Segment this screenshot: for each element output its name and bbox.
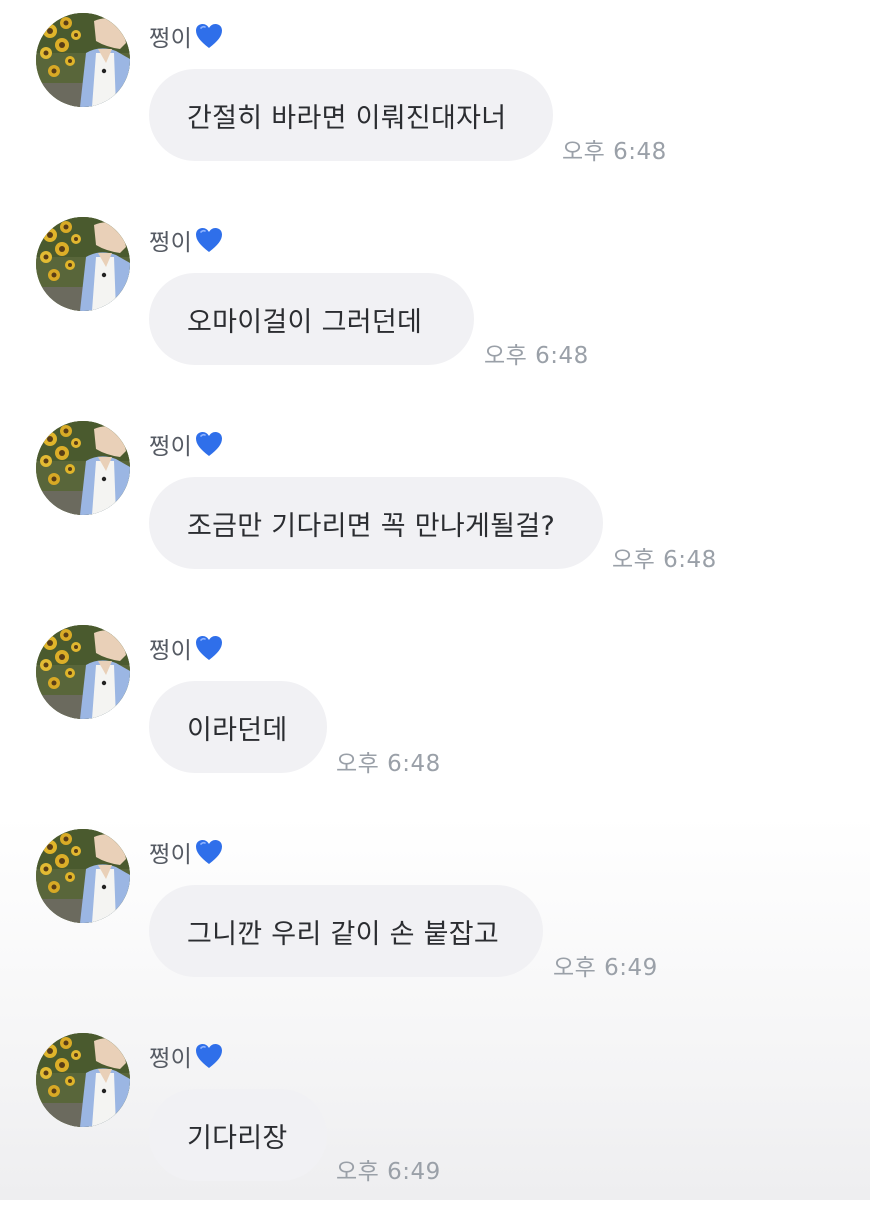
sender: 쩡이: [149, 1038, 224, 1074]
avatar[interactable]: [36, 421, 130, 515]
message-bubble[interactable]: 오마이걸이 그러던데: [149, 273, 474, 365]
sender-name: 쩡이: [149, 26, 193, 52]
sender: 쩡이: [149, 834, 224, 870]
message-bubble[interactable]: 간절히 바라면 이뤄진대자너: [149, 69, 553, 161]
message-text: 기다리장: [187, 1122, 288, 1154]
message-bubble[interactable]: 그니깐 우리 같이 손 붙잡고: [149, 885, 543, 977]
sender: 쩡이: [149, 222, 224, 258]
message-row: 쩡이 오마이걸이 그러던데 오후 6:48: [0, 204, 870, 404]
message-text: 그니깐 우리 같이 손 붙잡고: [187, 918, 500, 950]
message-text: 조금만 기다리면 꼭 만나게될걸?: [187, 510, 556, 542]
sender-name: 쩡이: [149, 230, 193, 256]
sender-name: 쩡이: [149, 434, 193, 460]
message-row: 쩡이 이라던데 오후 6:48: [0, 612, 870, 812]
avatar[interactable]: [36, 1033, 130, 1127]
avatar[interactable]: [36, 217, 130, 311]
sender: 쩡이: [149, 630, 224, 666]
sender-name: 쩡이: [149, 638, 193, 664]
message-timestamp: 오후 6:48: [484, 343, 589, 369]
sender-name: 쩡이: [149, 842, 193, 868]
message-bubble[interactable]: 이라던데: [149, 681, 327, 773]
sender-name: 쩡이: [149, 1046, 193, 1072]
sender: 쩡이: [149, 18, 224, 54]
message-text: 이라던데: [187, 714, 288, 746]
message-bubble[interactable]: 기다리장: [149, 1089, 327, 1181]
message-timestamp: 오후 6:48: [336, 751, 441, 777]
avatar[interactable]: [36, 625, 130, 719]
avatar[interactable]: [36, 13, 130, 107]
message-timestamp: 오후 6:48: [612, 547, 717, 573]
message-row: 쩡이 기다리장 오후 6:49: [0, 1020, 870, 1220]
blue-heart-icon: [194, 225, 224, 255]
avatar[interactable]: [36, 829, 130, 923]
message-row: 쩡이 조금만 기다리면 꼭 만나게될걸? 오후 6:48: [0, 408, 870, 608]
blue-heart-icon: [194, 21, 224, 51]
message-row: 쩡이 그니깐 우리 같이 손 붙잡고 오후 6:49: [0, 816, 870, 1016]
blue-heart-icon: [194, 1041, 224, 1071]
sender: 쩡이: [149, 426, 224, 462]
message-text: 오마이걸이 그러던데: [187, 306, 423, 338]
message-bubble[interactable]: 조금만 기다리면 꼭 만나게될걸?: [149, 477, 603, 569]
message-timestamp: 오후 6:49: [336, 1159, 441, 1185]
chat-log[interactable]: 쩡이 간절히 바라면 이뤄진대자너 오후 6:48 쩡이 오마이걸이 그러던데 …: [0, 0, 870, 1200]
blue-heart-icon: [194, 633, 224, 663]
blue-heart-icon: [194, 837, 224, 867]
blue-heart-icon: [194, 429, 224, 459]
message-text: 간절히 바라면 이뤄진대자너: [187, 102, 507, 134]
message-timestamp: 오후 6:49: [553, 955, 658, 981]
message-timestamp: 오후 6:48: [562, 139, 667, 165]
message-row: 쩡이 간절히 바라면 이뤄진대자너 오후 6:48: [0, 0, 870, 200]
